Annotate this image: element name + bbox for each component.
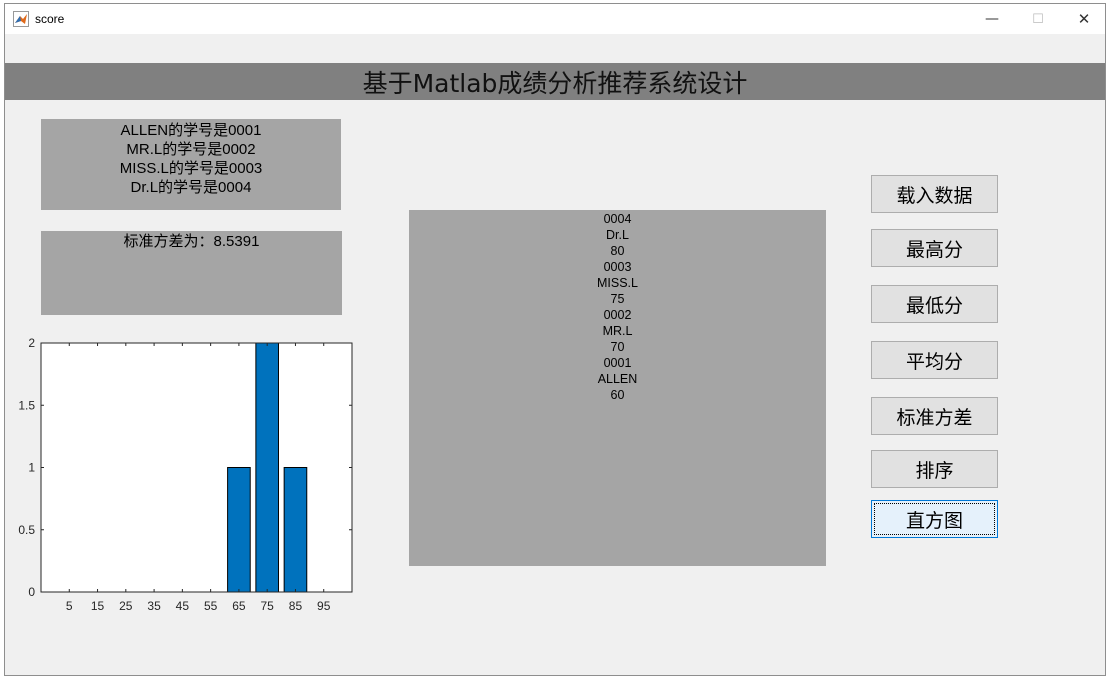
histogram-bar <box>283 467 308 593</box>
histogram-chart: 5 15 25 35 45 55 65 75 85 95 0 0.5 1 1.5 2 <box>18 336 353 613</box>
x-tick-label: 5 <box>66 599 73 613</box>
histogram-bar <box>227 467 251 593</box>
x-tick-label: 15 <box>91 599 105 613</box>
x-tick-label: 25 <box>119 599 133 613</box>
y-tick-label: 0 <box>28 585 35 599</box>
y-tick-label: 2 <box>28 336 35 350</box>
histogram-bar <box>255 342 279 593</box>
x-tick-label: 65 <box>232 599 246 613</box>
x-tick-label: 75 <box>261 599 275 613</box>
y-tick-label: 1 <box>28 461 35 475</box>
y-tick-label: 1.5 <box>18 398 35 412</box>
x-tick-label: 55 <box>204 599 218 613</box>
x-tick-label: 45 <box>176 599 190 613</box>
app-window: score — ☐ ✕ 基于Matlab成绩分析推荐系统设计 ALLEN的学号是… <box>4 3 1106 676</box>
y-tick-label: 0.5 <box>18 523 35 537</box>
x-tick-label: 35 <box>147 599 161 613</box>
x-tick-label: 85 <box>289 599 303 613</box>
x-tick-label: 95 <box>317 599 331 613</box>
